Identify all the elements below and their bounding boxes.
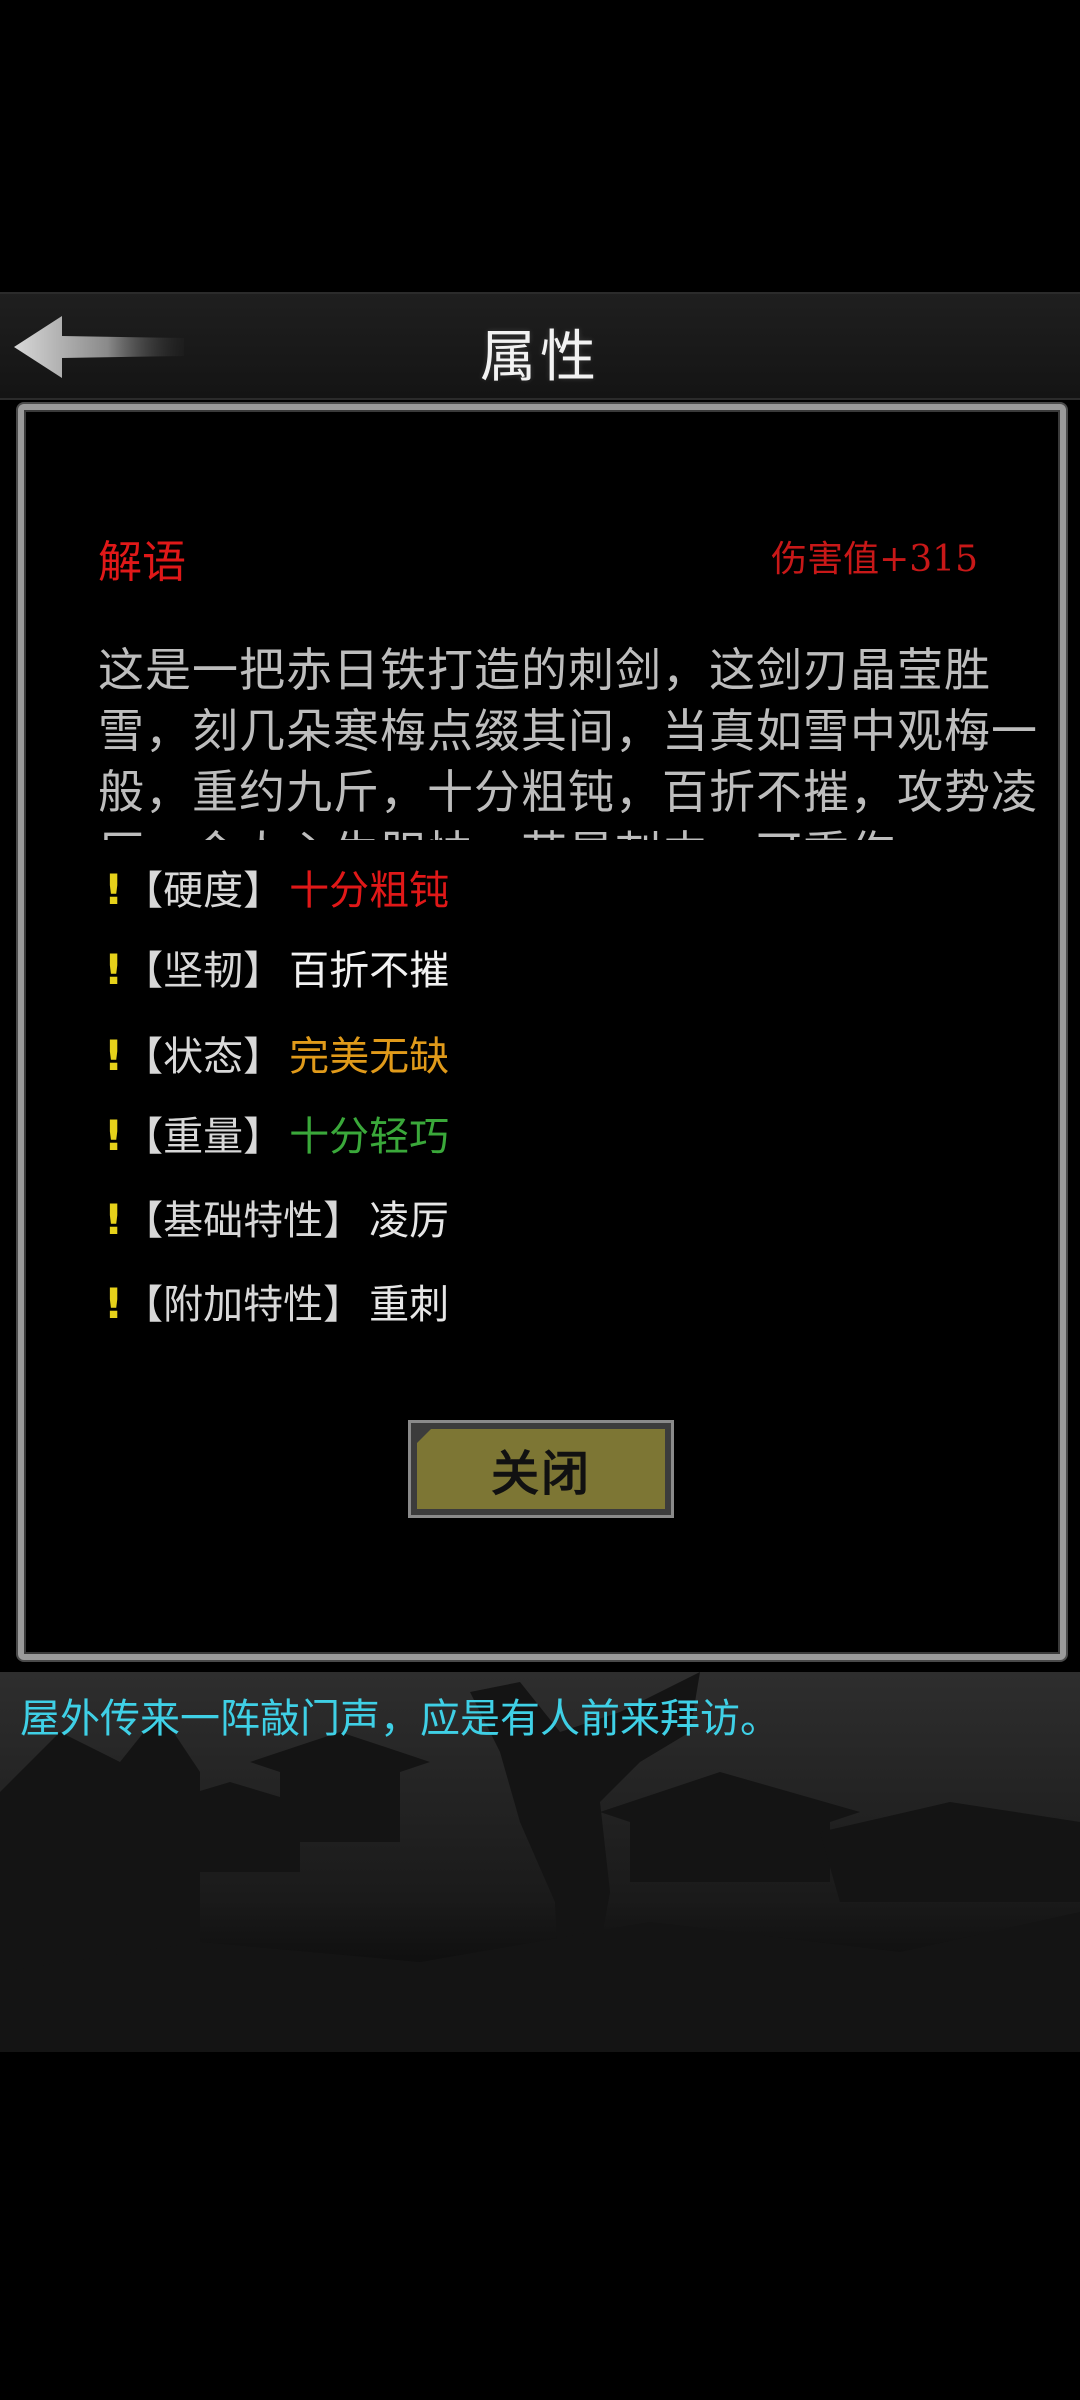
close-button[interactable]: 关闭: [408, 1420, 674, 1518]
warning-mark-icon: !: [104, 1111, 124, 1160]
attribute-value: 十分粗钝: [289, 868, 450, 914]
attribute-key: 【附加特性】: [123, 1282, 364, 1328]
attribute-value: 重刺: [369, 1282, 450, 1328]
attribute-value: 完美无缺: [289, 1034, 450, 1080]
close-button-label: 关闭: [417, 1429, 665, 1509]
game-screen: 属性 解语 伤害值+315 这是一把赤日铁打造的刺剑，这剑刃晶莹胜雪，刻几朵寒梅…: [0, 0, 1080, 2400]
attribute-dialog: 解语 伤害值+315 这是一把赤日铁打造的刺剑，这剑刃晶莹胜雪，刻几朵寒梅点缀其…: [18, 404, 1066, 1660]
warning-mark-icon: !: [104, 945, 124, 994]
warning-mark-icon: !: [104, 865, 124, 914]
attribute-row: !【坚韧】 百折不摧: [104, 940, 449, 1000]
attribute-row: !【附加特性】 重刺: [104, 1274, 449, 1334]
header-bar: 属性: [0, 292, 1080, 400]
warning-mark-icon: !: [104, 1279, 124, 1328]
warning-mark-icon: !: [104, 1195, 124, 1244]
attribute-key: 【基础特性】: [123, 1198, 364, 1244]
attribute-value: 凌厉: [369, 1198, 450, 1244]
attribute-row: !【重量】 十分轻巧: [104, 1106, 449, 1166]
attribute-row: !【状态】 完美无缺: [104, 1026, 449, 1086]
warning-mark-icon: !: [104, 1031, 124, 1080]
attribute-row: !【基础特性】 凌厉: [104, 1190, 449, 1250]
attribute-key: 【重量】: [123, 1114, 284, 1160]
attribute-value: 十分轻巧: [289, 1114, 450, 1160]
damage-value: 伤害值+315: [771, 539, 978, 580]
item-description[interactable]: 这是一把赤日铁打造的刺剑，这剑刃晶莹胜雪，刻几朵寒梅点缀其间，当真如雪中观梅一般…: [98, 640, 1038, 840]
attribute-key: 【坚韧】: [123, 948, 284, 994]
page-title: 属性: [480, 325, 600, 390]
section-label: 解语: [98, 537, 186, 588]
attribute-key: 【硬度】: [123, 868, 284, 914]
attribute-key: 【状态】: [123, 1034, 284, 1080]
attribute-value: 百折不摧: [289, 948, 450, 994]
story-message: 屋外传来一阵敲门声，应是有人前来拜访。: [20, 1696, 780, 1742]
attribute-row: !【硬度】 十分粗钝: [104, 860, 449, 920]
